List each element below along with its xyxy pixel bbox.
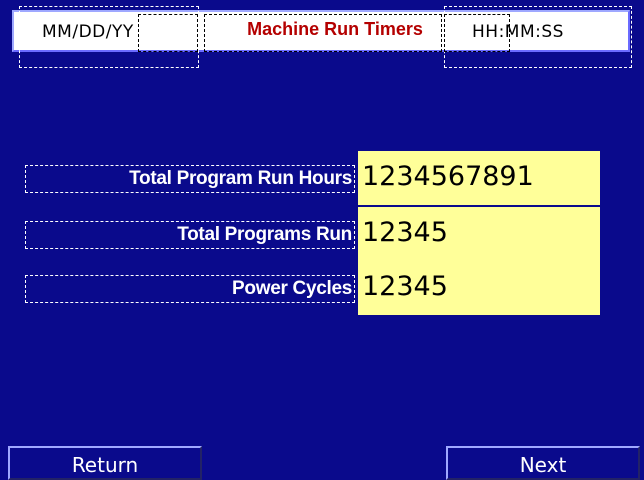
total-programs-run-label: Total Programs Run [25,221,355,249]
date-year-guide-outline [138,14,198,52]
title-guide-outline [204,14,442,52]
power-cycles-label: Power Cycles [25,275,355,303]
next-button[interactable]: Next [446,446,640,480]
return-button[interactable]: Return [8,446,202,480]
header-bar: MM/DD/YY Machine Run Timers HH:MM:SS [4,2,638,68]
total-program-run-hours-value: 1234567891 [358,151,600,206]
total-programs-run-value: 12345 [358,207,600,262]
power-cycles-value: 12345 [358,261,600,316]
total-program-run-hours-label: Total Program Run Hours [25,165,355,193]
time-hour-guide-outline [444,14,510,52]
machine-run-timers-screen: MM/DD/YY Machine Run Timers HH:MM:SS Tot… [0,0,644,480]
